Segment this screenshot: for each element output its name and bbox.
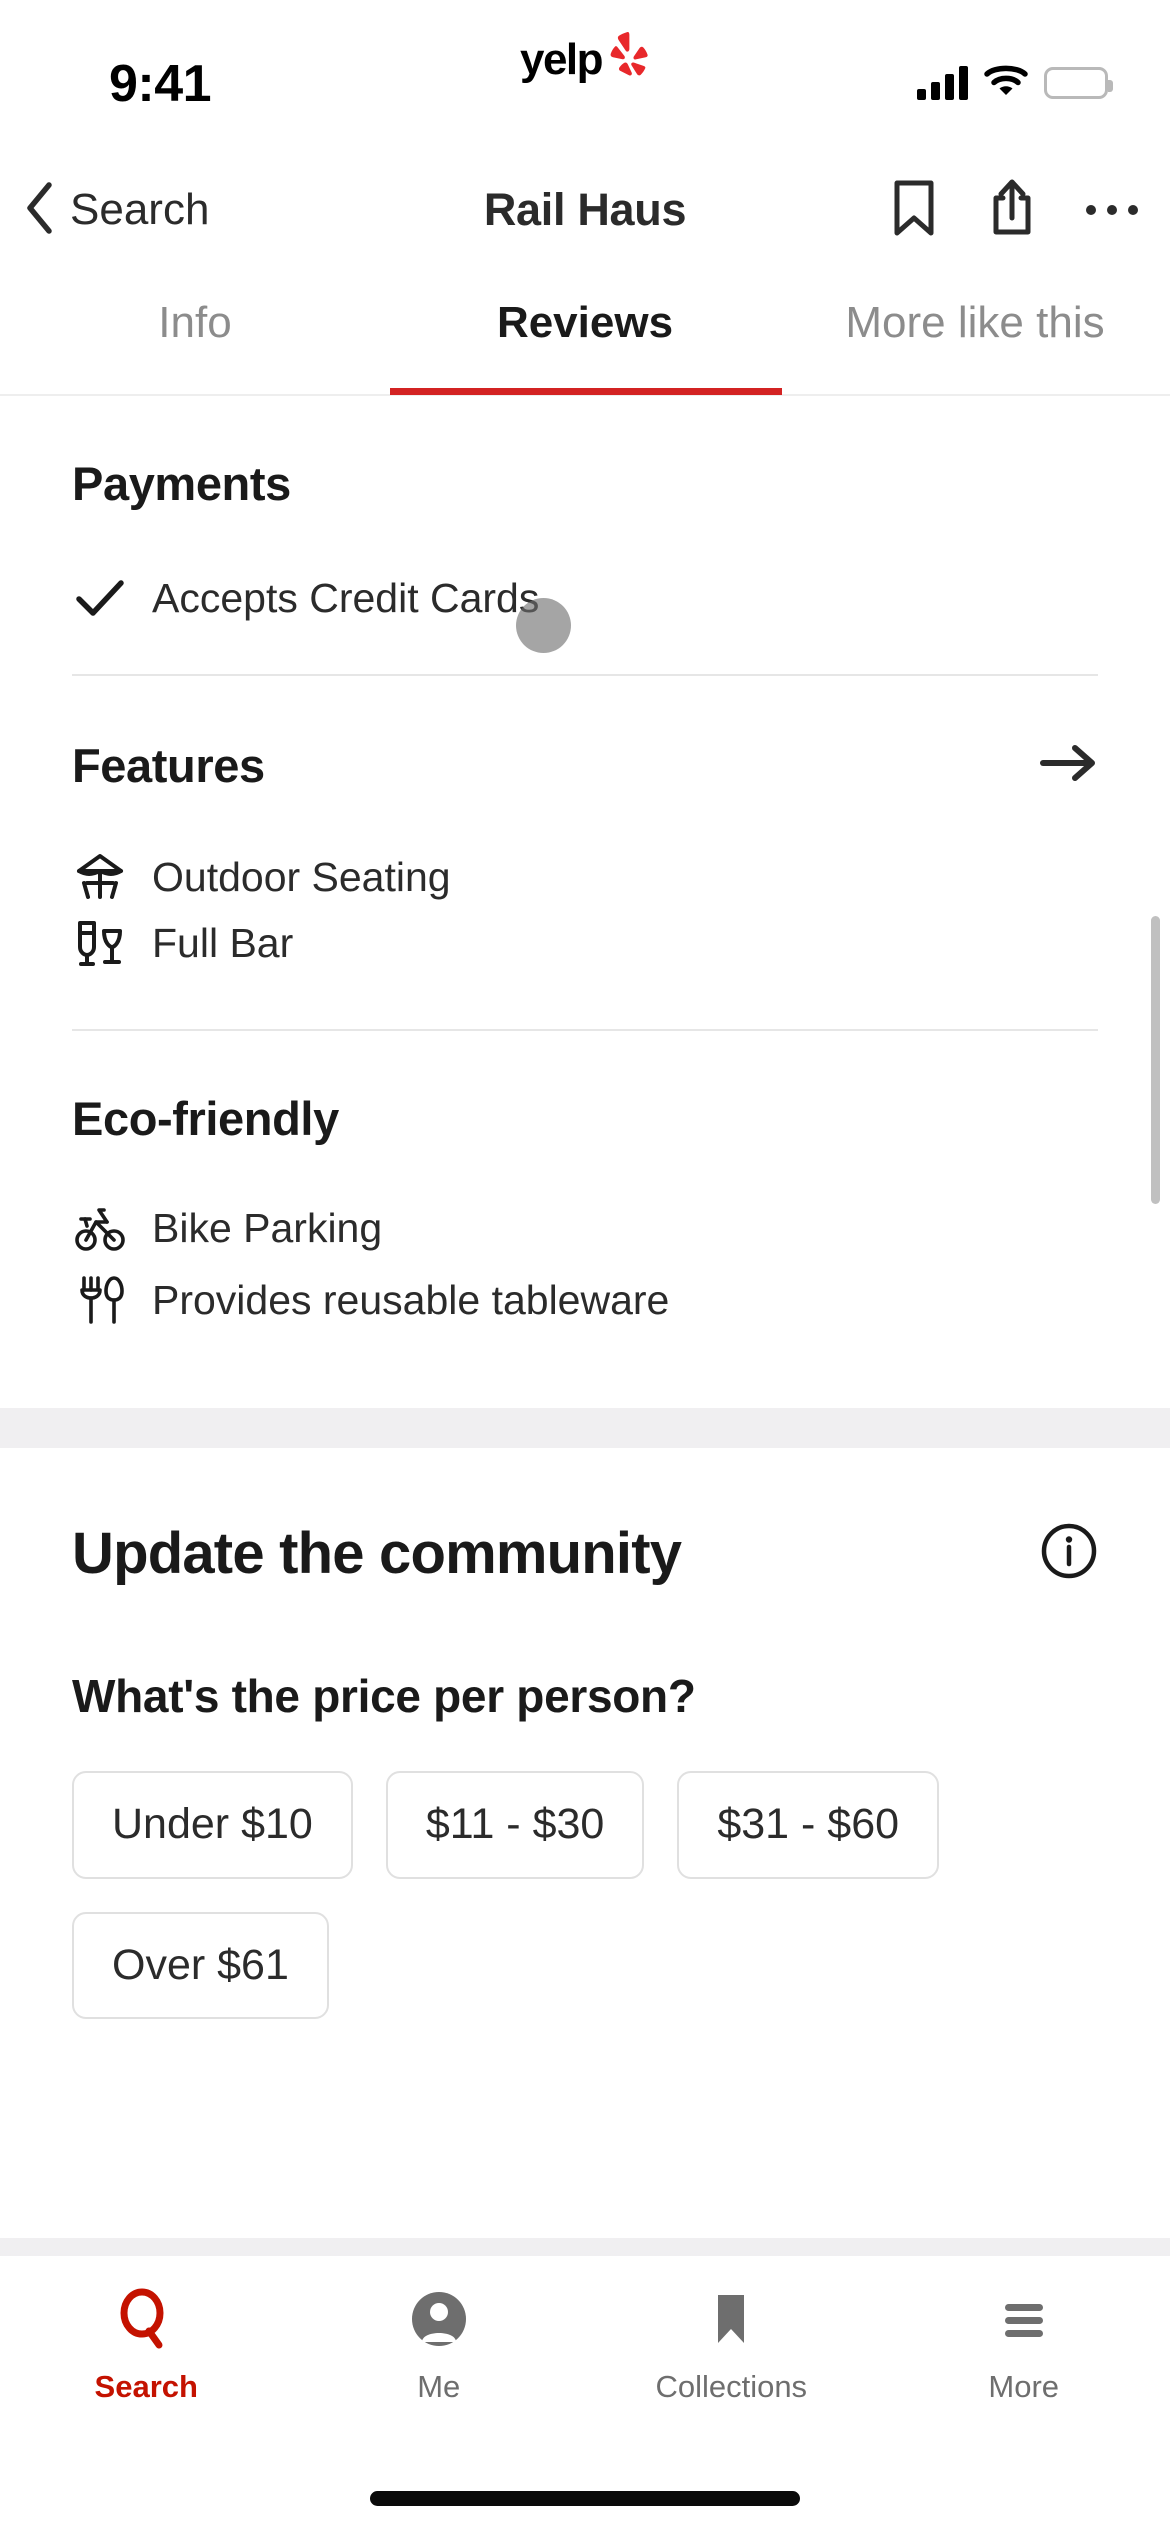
share-icon[interactable] bbox=[986, 178, 1038, 243]
payments-item: Accepts Credit Cards bbox=[72, 575, 1098, 622]
payments-section: Payments Accepts Credit Cards bbox=[0, 396, 1170, 622]
tabbar-label-search: Search bbox=[94, 2369, 198, 2404]
yelp-wordmark: yelp bbox=[519, 35, 604, 84]
list-item: Outdoor Seating bbox=[72, 851, 1098, 903]
update-community-header: Update the community bbox=[72, 1520, 1098, 1587]
utensils-icon bbox=[72, 1274, 128, 1326]
bike-icon bbox=[72, 1204, 128, 1252]
list-item-label: Provides reusable tableware bbox=[152, 1276, 670, 1323]
home-indicator bbox=[370, 2491, 800, 2506]
active-tab-indicator bbox=[390, 388, 782, 395]
price-option-11-30[interactable]: $11 - $30 bbox=[385, 1771, 645, 1879]
list-item: Provides reusable tableware bbox=[72, 1274, 1098, 1326]
price-option-over-61[interactable]: Over $61 bbox=[72, 1911, 329, 2020]
info-circle-icon[interactable] bbox=[1040, 1522, 1098, 1585]
update-community-section: Update the community What's the price pe… bbox=[0, 1448, 1170, 2020]
battery-icon bbox=[1044, 67, 1113, 99]
back-button-label: Search bbox=[70, 185, 210, 234]
status-time: 9:41 bbox=[108, 55, 212, 113]
price-option-under-10[interactable]: Under $10 bbox=[72, 1771, 353, 1879]
status-bar: 9:41 yelp bbox=[0, 0, 1170, 150]
eco-friendly-list: Bike Parking Provides reusable tableware bbox=[72, 1204, 1098, 1326]
tabbar-top-separator bbox=[0, 2238, 1170, 2256]
list-item-label: Bike Parking bbox=[152, 1204, 383, 1251]
yelp-logo: yelp bbox=[519, 31, 650, 84]
eco-friendly-title: Eco-friendly bbox=[72, 1092, 339, 1145]
list-item-label: Full Bar bbox=[152, 919, 294, 966]
price-option-31-60[interactable]: $31 - $60 bbox=[677, 1771, 940, 1879]
full-bar-icon bbox=[72, 917, 128, 969]
tabbar-item-me[interactable]: Me bbox=[293, 2288, 586, 2405]
chevron-left-icon bbox=[24, 181, 54, 239]
features-header[interactable]: Features bbox=[72, 738, 1098, 793]
tabbar-item-collections[interactable]: Collections bbox=[585, 2288, 878, 2405]
payments-title: Payments bbox=[72, 457, 291, 510]
navigation-bar: Search Rail Haus bbox=[0, 150, 1170, 270]
tabbar-label-collections: Collections bbox=[655, 2369, 808, 2404]
tab-more-like-this[interactable]: More like this bbox=[780, 280, 1170, 348]
more-options-icon[interactable] bbox=[1086, 205, 1138, 215]
bookmark-icon[interactable] bbox=[890, 179, 938, 242]
features-section: Features Outdoor Seating Full Bar bbox=[0, 676, 1170, 969]
back-button[interactable]: Search bbox=[0, 181, 210, 239]
yelp-burst-icon bbox=[606, 31, 650, 83]
scrollbar-thumb[interactable] bbox=[1151, 916, 1160, 1204]
yelp-business-page: 9:41 yelp Search Rail Haus Info Reviews … bbox=[0, 0, 1170, 2532]
arrow-right-icon[interactable] bbox=[1040, 742, 1098, 789]
nav-actions bbox=[890, 178, 1138, 243]
cellular-signal-icon bbox=[917, 66, 968, 100]
wifi-icon bbox=[984, 64, 1028, 103]
profile-icon bbox=[408, 2288, 470, 2355]
price-question-label: What's the price per person? bbox=[72, 1670, 696, 1722]
features-list: Outdoor Seating Full Bar bbox=[72, 851, 1098, 969]
scroll-content[interactable]: Payments Accepts Credit Cards Features O… bbox=[0, 396, 1170, 2256]
tabbar-item-more[interactable]: More bbox=[878, 2288, 1170, 2405]
check-icon bbox=[72, 579, 128, 619]
tabbar-item-search[interactable]: Search bbox=[0, 2288, 293, 2405]
eco-friendly-section: Eco-friendly Bike Parking Provides reusa… bbox=[0, 1031, 1170, 1326]
tab-strip: Info Reviews More like this bbox=[0, 280, 1170, 398]
payments-item-label: Accepts Credit Cards bbox=[152, 575, 540, 621]
tabbar-label-more: More bbox=[988, 2369, 1060, 2404]
section-band-separator bbox=[0, 1408, 1170, 1448]
tab-reviews[interactable]: Reviews bbox=[390, 280, 780, 348]
list-item: Bike Parking bbox=[72, 1204, 1098, 1252]
price-options-group: Under $10 $11 - $30 $31 - $60 Over $61 bbox=[72, 1771, 1098, 2020]
status-icons bbox=[917, 48, 1113, 103]
search-icon bbox=[115, 2288, 177, 2355]
list-item-label: Outdoor Seating bbox=[152, 853, 451, 900]
page-title: Rail Haus bbox=[483, 184, 687, 235]
features-title: Features bbox=[72, 739, 265, 792]
touch-cursor-indicator bbox=[516, 598, 571, 653]
outdoor-seating-icon bbox=[72, 851, 128, 903]
tabbar-label-me: Me bbox=[417, 2369, 461, 2404]
tab-info[interactable]: Info bbox=[0, 280, 390, 348]
hamburger-menu-icon bbox=[993, 2288, 1055, 2355]
bookmark-filled-icon bbox=[700, 2288, 762, 2355]
update-community-title: Update the community bbox=[72, 1521, 682, 1586]
list-item: Full Bar bbox=[72, 917, 1098, 969]
